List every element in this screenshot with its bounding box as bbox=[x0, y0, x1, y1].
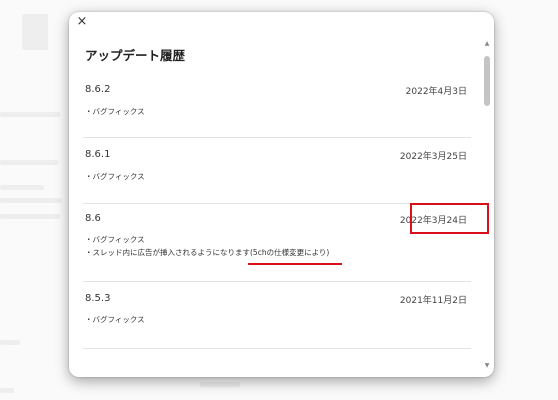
annotation-highlight-box bbox=[410, 203, 489, 234]
version-label: 8.6.2 bbox=[85, 84, 111, 95]
release-date: 2022年3月25日 bbox=[399, 152, 467, 162]
release-date: 2021年11月2日 bbox=[399, 296, 467, 306]
divider bbox=[83, 137, 471, 138]
release-note: ・バグフィックス bbox=[85, 107, 145, 116]
divider bbox=[83, 348, 471, 349]
divider bbox=[83, 281, 471, 282]
annotation-underline bbox=[248, 263, 342, 265]
update-history-dialog: × アップデート履歴 8.6.2 2022年4月3日 ・バグフィックス 8.6.… bbox=[69, 12, 494, 377]
release-note: ・バグフィックス bbox=[85, 315, 145, 324]
scrollbar-thumb[interactable] bbox=[484, 56, 490, 106]
version-label: 8.6 bbox=[85, 213, 101, 224]
dialog-title: アップデート履歴 bbox=[85, 48, 186, 63]
release-note: ・バグフィックス bbox=[85, 235, 145, 244]
version-label: 8.6.1 bbox=[85, 149, 111, 160]
close-button[interactable]: × bbox=[75, 15, 89, 29]
scroll-up-arrow-icon[interactable]: ▲ bbox=[483, 40, 491, 48]
release-note: ・バグフィックス bbox=[85, 172, 145, 181]
scroll-down-arrow-icon[interactable]: ▼ bbox=[483, 362, 491, 370]
version-label: 8.5.3 bbox=[85, 293, 111, 304]
release-note: ・スレッド内に広告が挿入されるようになります(5chの仕様変更により) bbox=[85, 248, 330, 257]
vertical-scrollbar[interactable]: ▲ ▼ bbox=[482, 40, 492, 370]
release-date: 2022年4月3日 bbox=[405, 87, 467, 97]
